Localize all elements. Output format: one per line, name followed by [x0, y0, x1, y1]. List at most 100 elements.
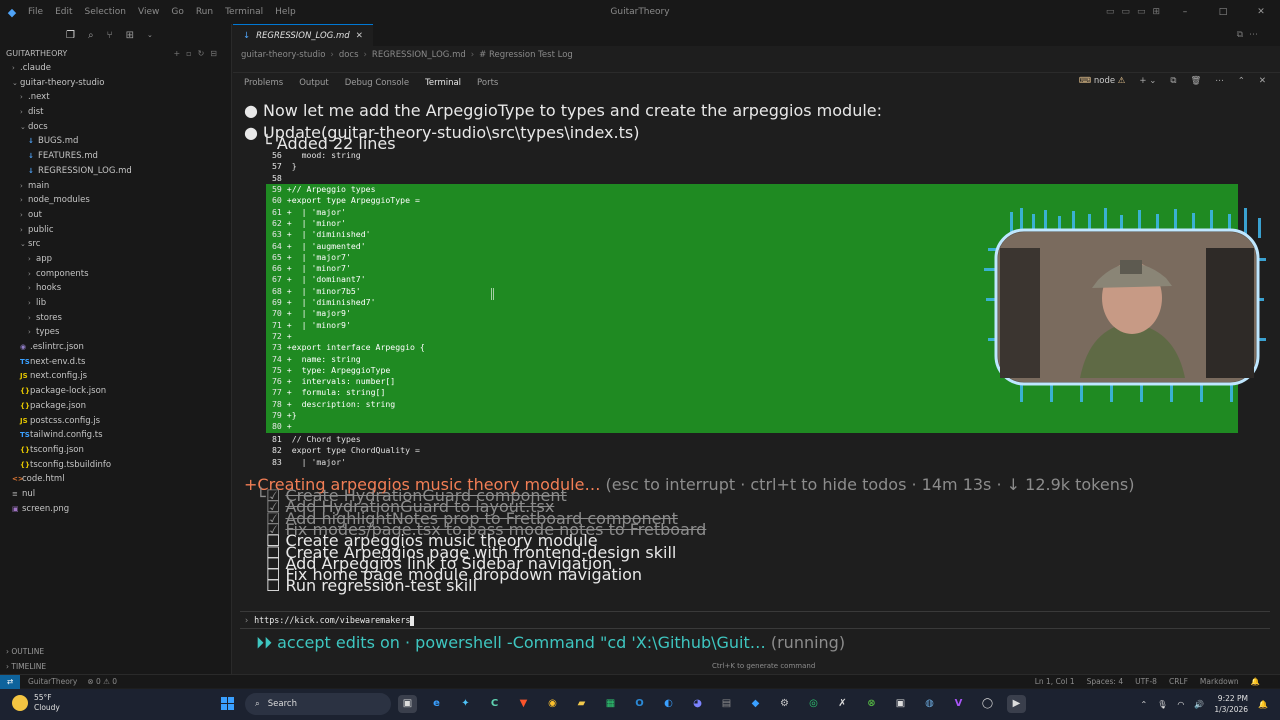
- wifi-icon[interactable]: ◠: [1177, 700, 1184, 709]
- menu-selection[interactable]: Selection: [85, 7, 126, 17]
- tree-folder[interactable]: › main: [0, 179, 231, 194]
- problems-count[interactable]: ⊗ 0 ⚠ 0: [87, 677, 117, 686]
- copilot-icon[interactable]: ✦: [456, 695, 475, 713]
- tree-file[interactable]: ▣ screen.png: [0, 502, 231, 517]
- menu-help[interactable]: Help: [275, 7, 296, 17]
- close-tab-icon[interactable]: ✕: [356, 25, 363, 46]
- close-panel-icon[interactable]: ✕: [1259, 76, 1266, 86]
- tree-folder[interactable]: › .claude: [0, 61, 231, 76]
- app-icon[interactable]: ▦: [601, 695, 620, 713]
- tree-folder[interactable]: › .next: [0, 90, 231, 105]
- tree-folder[interactable]: › out: [0, 208, 231, 223]
- minimize-icon[interactable]: –: [1166, 0, 1204, 24]
- volume-icon[interactable]: 🔊: [1194, 700, 1204, 709]
- breadcrumb-item[interactable]: # Regression Test Log: [479, 50, 573, 60]
- refresh-icon[interactable]: ↻: [198, 49, 211, 58]
- xbox-icon[interactable]: ⊗: [862, 695, 881, 713]
- split-editor-icon[interactable]: ⧉: [1237, 30, 1249, 40]
- tree-folder[interactable]: ⌄ guitar-theory-studio: [0, 76, 231, 91]
- indentation[interactable]: Spaces: 4: [1087, 677, 1123, 686]
- taskbar-search[interactable]: ⌕ Search: [245, 693, 391, 715]
- tree-folder[interactable]: ⌄ docs: [0, 120, 231, 135]
- tree-folder[interactable]: › node_modules: [0, 193, 231, 208]
- collapse-all-icon[interactable]: ⊟: [210, 49, 223, 58]
- clock[interactable]: 9:22 PM 1/3/2026: [1214, 693, 1248, 715]
- discord-icon[interactable]: ◕: [688, 695, 707, 713]
- tab-terminal[interactable]: Terminal: [425, 78, 461, 88]
- tree-file[interactable]: ↓ BUGS.md: [0, 134, 231, 149]
- line-ending[interactable]: CRLF: [1169, 677, 1188, 686]
- more-icon[interactable]: ⋯: [1215, 76, 1224, 86]
- toggle-panel-icon[interactable]: ▭: [1121, 0, 1130, 24]
- source-control-icon[interactable]: ⑂: [107, 30, 113, 41]
- tree-file[interactable]: ↓ REGRESSION_LOG.md: [0, 164, 231, 179]
- tree-folder[interactable]: › components: [0, 267, 231, 282]
- menu-go[interactable]: Go: [171, 7, 183, 17]
- file-explorer-icon[interactable]: ▰: [572, 695, 591, 713]
- outlook-icon[interactable]: O: [630, 695, 649, 713]
- maximize-icon[interactable]: □: [1204, 0, 1242, 24]
- tree-folder[interactable]: ⌄ src: [0, 237, 231, 252]
- weather-widget[interactable]: 55°F Cloudy: [12, 693, 60, 713]
- tree-folder[interactable]: › app: [0, 252, 231, 267]
- chevron-down-icon[interactable]: ⌄: [147, 31, 153, 39]
- brave-icon[interactable]: ▼: [514, 695, 533, 713]
- kill-terminal-icon[interactable]: 🗑: [1190, 76, 1201, 86]
- settings-icon[interactable]: ⚙: [775, 695, 794, 713]
- split-terminal-icon[interactable]: ⧉: [1170, 76, 1176, 86]
- tree-file[interactable]: TStailwind.config.ts: [0, 428, 231, 443]
- tree-folder[interactable]: › types: [0, 325, 231, 340]
- menu-edit[interactable]: Edit: [55, 7, 72, 17]
- breadcrumb-item[interactable]: REGRESSION_LOG.md: [372, 50, 466, 60]
- app-icon[interactable]: ◎: [804, 695, 823, 713]
- explorer-icon[interactable]: ❐: [66, 30, 75, 41]
- tree-file[interactable]: TSnext-env.d.ts: [0, 355, 231, 370]
- new-terminal-icon[interactable]: + ⌄: [1139, 76, 1156, 86]
- tab-regression-log[interactable]: ↓ REGRESSION_LOG.md ✕: [233, 24, 373, 46]
- tree-folder[interactable]: › dist: [0, 105, 231, 120]
- toggle-sidebar-icon[interactable]: ▭: [1106, 0, 1115, 24]
- more-actions-icon[interactable]: ⋯: [1249, 30, 1264, 40]
- menu-view[interactable]: View: [138, 7, 159, 17]
- chrome-icon[interactable]: ◉: [543, 695, 562, 713]
- outline-section[interactable]: › OUTLINE: [0, 645, 232, 659]
- tree-file[interactable]: JS postcss.config.js: [0, 414, 231, 429]
- breadcrumb-item[interactable]: docs: [339, 50, 359, 60]
- search-icon[interactable]: ⌕: [88, 30, 94, 41]
- app-icon[interactable]: ◐: [659, 695, 678, 713]
- tree-file[interactable]: <>code.html: [0, 472, 231, 487]
- new-file-icon[interactable]: +: [173, 49, 186, 58]
- menu-file[interactable]: File: [28, 7, 43, 17]
- maximize-panel-icon[interactable]: ⌃: [1238, 76, 1245, 86]
- encoding[interactable]: UTF-8: [1135, 677, 1157, 686]
- cursor-position[interactable]: Ln 1, Col 1: [1035, 677, 1075, 686]
- terminal-app-icon[interactable]: ▶: [1007, 695, 1026, 713]
- notifications-icon[interactable]: 🔔: [1251, 677, 1260, 686]
- app-icon[interactable]: ✗: [833, 695, 852, 713]
- tab-debug-console[interactable]: Debug Console: [345, 78, 409, 88]
- github-icon[interactable]: ◯: [978, 695, 997, 713]
- customize-layout-icon[interactable]: ⊞: [1152, 0, 1160, 24]
- explorer-section-header[interactable]: GUITARTHEORY +▫↻⊟: [0, 46, 231, 61]
- task-view-icon[interactable]: ▣: [398, 695, 417, 713]
- app-icon[interactable]: ▣: [891, 695, 910, 713]
- workspace-name[interactable]: GuitarTheory: [28, 677, 77, 686]
- terminal-input[interactable]: › https://kick.com/vibewaremakers: [240, 611, 1270, 629]
- tree-file[interactable]: ≡ nul: [0, 487, 231, 502]
- edge-icon[interactable]: e: [427, 695, 446, 713]
- tab-output[interactable]: Output: [299, 78, 329, 88]
- steam-icon[interactable]: ◍: [920, 695, 939, 713]
- tree-folder[interactable]: › stores: [0, 311, 231, 326]
- tree-file[interactable]: {}package.json: [0, 399, 231, 414]
- vscode-icon[interactable]: ◆: [746, 695, 765, 713]
- tree-file[interactable]: {}package-lock.json: [0, 384, 231, 399]
- close-window-icon[interactable]: ✕: [1242, 0, 1280, 24]
- app-icon[interactable]: ▤: [717, 695, 736, 713]
- tree-folder[interactable]: › hooks: [0, 281, 231, 296]
- language-mode[interactable]: Markdown: [1200, 677, 1239, 686]
- tree-folder[interactable]: › lib: [0, 296, 231, 311]
- toggle-secondary-sidebar-icon[interactable]: ▭: [1137, 0, 1146, 24]
- menu-terminal[interactable]: Terminal: [225, 7, 263, 17]
- tree-file[interactable]: {}tsconfig.tsbuildinfo: [0, 458, 231, 473]
- microphone-icon[interactable]: 🎙: [1157, 700, 1167, 709]
